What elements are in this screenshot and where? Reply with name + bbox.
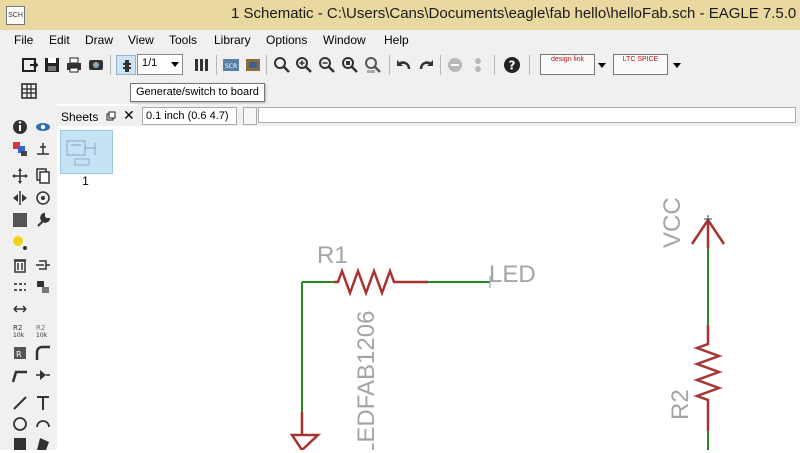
sheet-thumbnail[interactable] [60,130,113,174]
redo-icon[interactable] [416,55,436,75]
resistor-r1[interactable] [334,267,428,297]
tooltip: Generate/switch to board [130,83,265,102]
help-icon[interactable]: ? [502,55,522,75]
menu-library[interactable]: Library [214,33,251,47]
menu-window[interactable]: Window [323,33,366,47]
menu-tools[interactable]: Tools [169,33,197,47]
rect-icon[interactable] [11,435,29,453]
rotate-icon[interactable] [34,189,52,207]
design-link-dropdown[interactable] [598,63,606,68]
change-icon[interactable] [34,211,52,229]
coordinate-display: 0.1 inch (0.6 4.7) [142,107,237,125]
mirror-icon[interactable] [11,189,29,207]
label-led-net: LED [489,261,536,288]
save-icon[interactable] [42,55,62,75]
copy-icon[interactable] [34,167,52,185]
menu-draw[interactable]: Draw [85,33,113,47]
group-icon[interactable] [11,211,29,229]
app-icon[interactable]: SCH [6,6,25,25]
label-r1: R1 [317,242,348,269]
polygon-icon[interactable] [34,435,52,453]
circle-icon[interactable] [11,415,29,433]
show-icon[interactable] [34,118,52,136]
secondary-toolbar [0,78,800,104]
design-link-icon[interactable]: design link [540,54,595,75]
go-icon[interactable] [468,55,488,75]
zoom-area-icon[interactable] [363,55,383,75]
menu-bar: File Edit Draw View Tools Library Option… [0,30,800,52]
zoom-select-icon[interactable] [340,55,360,75]
zoom-out-icon[interactable] [317,55,337,75]
delete-icon[interactable] [11,256,29,274]
info-icon[interactable] [11,118,29,136]
cam-icon[interactable] [86,55,106,75]
schematic-canvas[interactable]: R1 LED VCC R2 LEDFAB1206 [137,126,800,450]
menu-file[interactable]: File [14,33,33,47]
command-line-input[interactable] [258,107,796,123]
miter-icon[interactable] [34,344,52,362]
menu-view[interactable]: View [128,33,154,47]
zoom-fit-icon[interactable] [272,55,292,75]
pinswap-icon[interactable] [11,278,29,296]
menu-help[interactable]: Help [384,33,409,47]
label-led-part: LEDFAB1206 [353,311,380,450]
move-icon[interactable] [11,167,29,185]
command-history-button[interactable] [243,107,257,125]
replace-icon[interactable] [34,278,52,296]
arc-icon[interactable] [34,415,52,433]
main-toolbar: 1/1 SCR ? design link LTC SPICE [0,52,800,78]
label-r2: R2 [667,389,694,420]
mark-icon[interactable] [34,140,52,158]
grid-icon[interactable] [19,81,39,101]
text-icon[interactable] [34,394,52,412]
display-layers-icon[interactable] [11,140,29,158]
gateswap-icon[interactable] [11,300,29,318]
command-row: 0.1 inch (0.6 4.7) [137,104,800,126]
led-symbol[interactable] [289,433,322,450]
paste-icon[interactable] [11,234,29,252]
float-panel-icon[interactable] [106,110,116,121]
split-icon[interactable] [11,366,29,384]
value-icon[interactable]: R2 10k [34,321,52,339]
sheet-select[interactable]: 1/1 [137,54,183,75]
add-icon[interactable] [34,256,52,274]
sheets-header: Sheets ✕ [57,106,137,126]
ltspice-icon[interactable]: LTC SPICE [613,54,668,75]
close-panel-icon[interactable]: ✕ [123,108,135,122]
name-icon[interactable]: R2 10k [11,321,29,339]
invoke-icon[interactable] [34,366,52,384]
svg-text:10k: 10k [13,332,25,339]
script-icon[interactable]: SCR [221,55,241,75]
svg-text:SCR: SCR [225,63,237,70]
resistor-r2[interactable] [693,325,723,431]
sheets-title: Sheets [61,110,99,124]
svg-text:R: R [16,350,22,359]
menu-edit[interactable]: Edit [49,33,70,47]
zoom-in-icon[interactable] [294,55,314,75]
svg-text:R2: R2 [36,324,45,332]
stop-icon[interactable] [445,55,465,75]
label-vcc: VCC [659,197,686,248]
svg-text:10k: 10k [36,332,48,339]
print-icon[interactable] [64,55,84,75]
ltspice-dropdown[interactable] [673,63,681,68]
title-bar: SCH 1 Schematic - C:\Users\Cans\Document… [0,0,800,30]
smash-icon[interactable]: R [11,344,29,362]
layer-icon[interactable] [192,55,212,75]
board-switch-icon[interactable] [116,55,136,75]
undo-icon[interactable] [394,55,414,75]
svg-text:R2: R2 [13,324,22,332]
menu-options[interactable]: Options [266,33,307,47]
wire-icon[interactable] [11,394,29,412]
sheet-number[interactable]: 1 [57,174,114,188]
sheets-panel: Sheets ✕ 1 [57,104,138,450]
window-title: 1 Schematic - C:\Users\Cans\Documents\ea… [231,5,800,22]
tool-palette: R2 10k R2 10k R [0,104,58,450]
svg-text:?: ? [509,59,516,73]
open-icon[interactable] [20,55,40,75]
ulp-icon[interactable] [243,55,263,75]
